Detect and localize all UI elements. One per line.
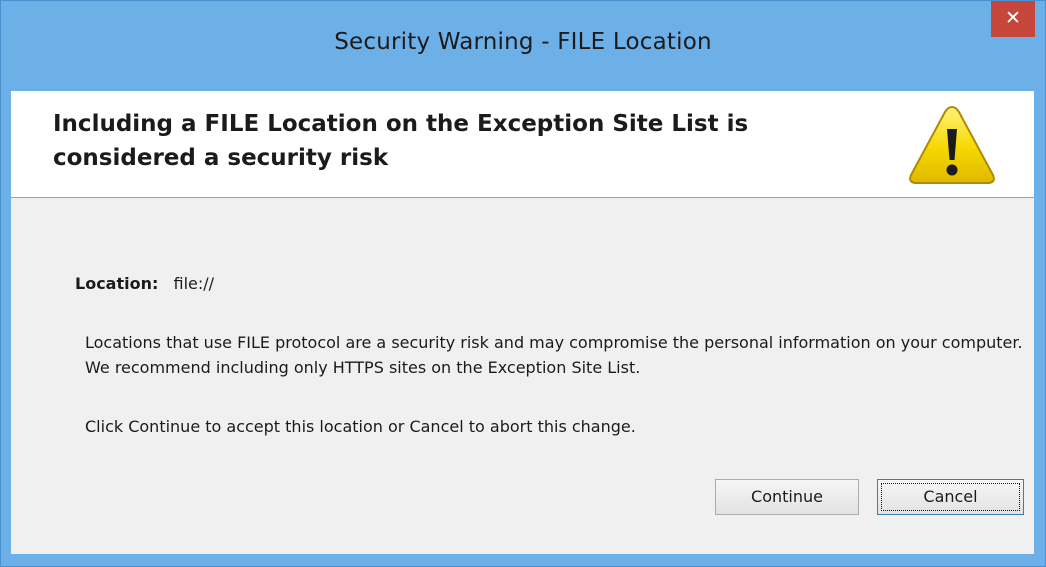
instruction-text: Click Continue to accept this location o… bbox=[85, 417, 636, 436]
title-bar[interactable]: Security Warning - FILE Location ✕ bbox=[1, 1, 1045, 91]
window-title: Security Warning - FILE Location bbox=[334, 29, 712, 55]
warning-headline: Including a FILE Location on the Excepti… bbox=[53, 111, 749, 171]
warning-icon bbox=[909, 105, 995, 184]
cancel-button[interactable]: Cancel bbox=[877, 479, 1024, 515]
close-button[interactable]: ✕ bbox=[991, 1, 1035, 37]
continue-button[interactable]: Continue bbox=[715, 479, 859, 515]
close-icon: ✕ bbox=[1005, 7, 1021, 29]
cancel-button-label: Cancel bbox=[923, 487, 978, 506]
security-warning-dialog: Security Warning - FILE Location ✕ Inclu… bbox=[0, 0, 1046, 567]
location-value: file:// bbox=[173, 274, 215, 293]
location-row: Location: file:// bbox=[75, 274, 214, 293]
header-panel: Including a FILE Location on the Excepti… bbox=[11, 91, 1034, 198]
dialog-content: Location: file:// Locations that use FIL… bbox=[11, 198, 1034, 554]
location-label: Location: bbox=[75, 274, 159, 293]
risk-description: Locations that use FILE protocol are a s… bbox=[85, 333, 1023, 377]
